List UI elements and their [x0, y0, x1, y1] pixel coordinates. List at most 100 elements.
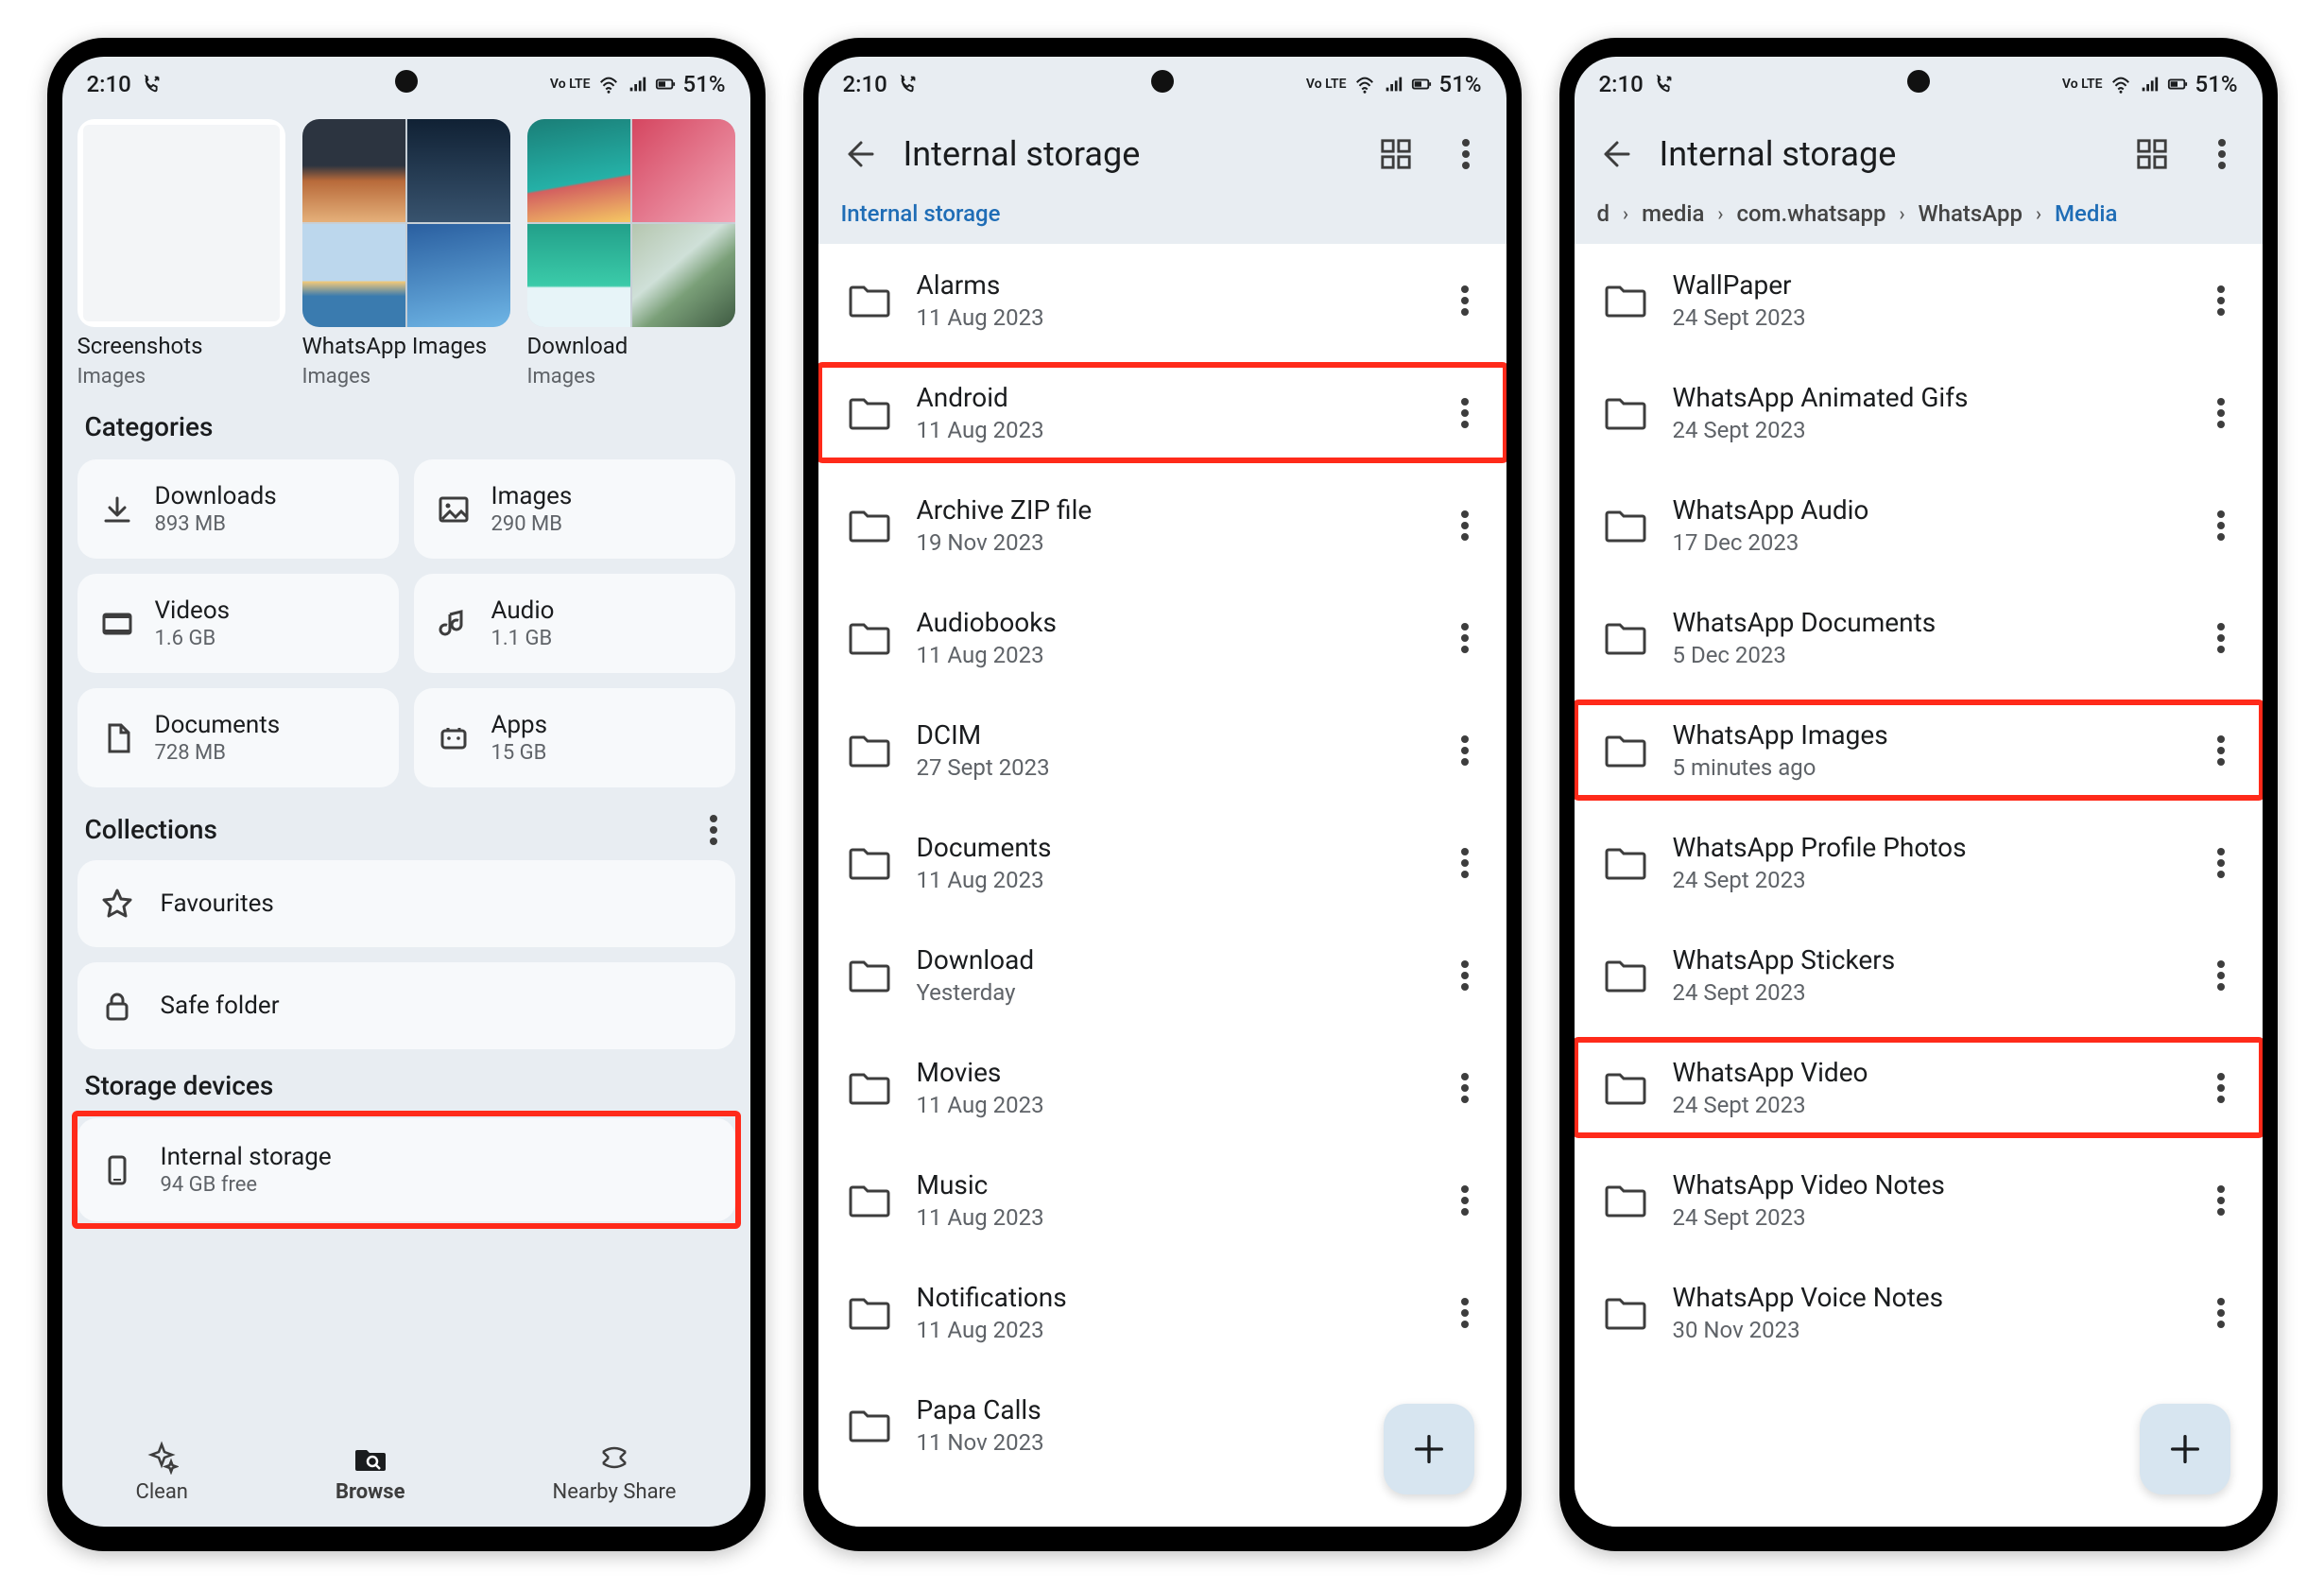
folder-date: 11 Aug 2023 — [917, 867, 1420, 893]
folder-date: 11 Aug 2023 — [917, 1317, 1420, 1343]
folder-more-button[interactable] — [1446, 619, 1484, 657]
breadcrumb[interactable]: Internal storage — [818, 197, 1506, 244]
collection-safe-folder[interactable]: Safe folder — [77, 962, 735, 1049]
folder-row[interactable]: WhatsApp Documents 5 Dec 2023 — [1575, 581, 2263, 694]
category-images[interactable]: Images290 MB — [414, 459, 735, 559]
folder-date: 19 Nov 2023 — [917, 529, 1420, 556]
folder-more-button[interactable] — [2202, 1182, 2240, 1219]
status-time: 2:10 — [1599, 71, 1644, 97]
folder-name: WhatsApp Voice Notes — [1673, 1282, 2176, 1313]
breadcrumb-item[interactable]: Media — [2055, 200, 2117, 227]
storage-internal[interactable]: Internal storage 94 GB free — [77, 1118, 735, 1221]
folder-more-button[interactable] — [1446, 844, 1484, 882]
category-audio[interactable]: Audio1.1 GB — [414, 574, 735, 673]
folder-row[interactable]: WhatsApp Video 24 Sept 2023 — [1575, 1031, 2263, 1144]
folder-more-button[interactable] — [1446, 957, 1484, 994]
folder-date: 11 Aug 2023 — [917, 304, 1420, 331]
folder-row[interactable]: WhatsApp Video Notes 24 Sept 2023 — [1575, 1144, 2263, 1256]
signal-icon — [1383, 74, 1403, 95]
folder-row[interactable]: Download Yesterday — [818, 919, 1506, 1031]
folder-more-button[interactable] — [1446, 507, 1484, 544]
folder-more-button[interactable] — [2202, 394, 2240, 432]
fab-add-button[interactable] — [1384, 1404, 1474, 1494]
folder-row[interactable]: Alarms 11 Aug 2023 — [818, 244, 1506, 356]
breadcrumb[interactable]: d›media›com.whatsapp›WhatsApp›Media — [1575, 197, 2263, 244]
folder-row[interactable]: Movies 11 Aug 2023 — [818, 1031, 1506, 1144]
more-button[interactable] — [2196, 129, 2247, 180]
thumb-sub: Images — [77, 365, 285, 389]
nav-clean[interactable]: Clean — [136, 1441, 188, 1504]
breadcrumb-item[interactable]: media — [1642, 200, 1704, 227]
folder-row[interactable]: Audiobooks 11 Aug 2023 — [818, 581, 1506, 694]
collections-more-icon[interactable] — [699, 816, 728, 844]
video-icon — [100, 607, 134, 641]
folder-name: Alarms — [917, 269, 1420, 301]
folder-row[interactable]: WhatsApp Audio 17 Dec 2023 — [1575, 469, 2263, 581]
category-apps[interactable]: Apps15 GB — [414, 688, 735, 787]
folder-row[interactable]: WhatsApp Images 5 minutes ago — [1575, 694, 2263, 806]
fab-add-button[interactable] — [2140, 1404, 2230, 1494]
folder-more-button[interactable] — [2202, 1294, 2240, 1332]
folder-more-button[interactable] — [1446, 282, 1484, 320]
breadcrumb-item[interactable]: WhatsApp — [1919, 200, 2023, 227]
folder-more-button[interactable] — [2202, 1069, 2240, 1107]
more-icon — [1461, 859, 1469, 867]
more-icon — [1461, 297, 1469, 304]
folder-name: Notifications — [917, 1282, 1420, 1313]
folder-row[interactable]: Documents 11 Aug 2023 — [818, 806, 1506, 919]
breadcrumb-item[interactable]: Internal storage — [841, 200, 1001, 227]
folder-row[interactable]: Notifications 11 Aug 2023 — [818, 1256, 1506, 1369]
folder-more-button[interactable] — [1446, 394, 1484, 432]
folder-more-button[interactable] — [1446, 1069, 1484, 1107]
folder-row[interactable]: WhatsApp Voice Notes 30 Nov 2023 — [1575, 1256, 2263, 1369]
recent-folder-screenshots[interactable]: Screenshots Images — [77, 119, 285, 389]
breadcrumb-item[interactable]: com.whatsapp — [1736, 200, 1885, 227]
nav-browse[interactable]: Browse — [336, 1441, 405, 1504]
folder-row[interactable]: Android 11 Aug 2023 — [818, 356, 1506, 469]
folder-list[interactable]: Alarms 11 Aug 2023 Android 11 Aug 2023 A… — [818, 244, 1506, 1527]
more-icon — [1461, 522, 1469, 529]
category-downloads[interactable]: Downloads893 MB — [77, 459, 399, 559]
folder-more-button[interactable] — [1446, 732, 1484, 769]
clean-icon — [145, 1441, 179, 1475]
folder-more-button[interactable] — [2202, 282, 2240, 320]
grid-view-button[interactable] — [2126, 129, 2178, 180]
folder-more-button[interactable] — [2202, 957, 2240, 994]
folder-more-button[interactable] — [1446, 1294, 1484, 1332]
folder-more-button[interactable] — [2202, 507, 2240, 544]
folder-row[interactable]: WallPaper 24 Sept 2023 — [1575, 244, 2263, 356]
folder-date: 24 Sept 2023 — [1673, 867, 2176, 893]
folder-row[interactable]: WhatsApp Profile Photos 24 Sept 2023 — [1575, 806, 2263, 919]
folder-row[interactable]: WhatsApp Animated Gifs 24 Sept 2023 — [1575, 356, 2263, 469]
folder-name: DCIM — [917, 719, 1420, 751]
category-name: Documents — [155, 711, 281, 739]
category-videos[interactable]: Videos1.6 GB — [77, 574, 399, 673]
folder-row[interactable]: Music 11 Aug 2023 — [818, 1144, 1506, 1256]
breadcrumb-item[interactable]: d — [1597, 200, 1610, 227]
folder-row[interactable]: WhatsApp Stickers 24 Sept 2023 — [1575, 919, 2263, 1031]
folder-more-button[interactable] — [2202, 619, 2240, 657]
folder-date: 17 Dec 2023 — [1673, 529, 2176, 556]
folder-date: 24 Sept 2023 — [1673, 979, 2176, 1006]
back-button[interactable] — [1590, 129, 1641, 180]
back-button[interactable] — [834, 129, 885, 180]
folder-more-button[interactable] — [2202, 732, 2240, 769]
folder-list[interactable]: WallPaper 24 Sept 2023 WhatsApp Animated… — [1575, 244, 2263, 1527]
more-button[interactable] — [1440, 129, 1491, 180]
folder-row[interactable]: DCIM 27 Sept 2023 — [818, 694, 1506, 806]
grid-view-button[interactable] — [1370, 129, 1421, 180]
chevron-right-icon: › — [1900, 202, 1905, 225]
collection-favourites[interactable]: Favourites — [77, 860, 735, 947]
recent-folder-whatsapp-images[interactable]: WhatsApp Images Images — [302, 119, 510, 389]
nav-nearby-share[interactable]: Nearby Share — [553, 1441, 677, 1504]
wifi-icon — [2110, 74, 2131, 95]
folder-name: WhatsApp Video Notes — [1673, 1169, 2176, 1200]
thumb-label: WhatsApp Images — [302, 333, 510, 359]
recent-folder-download[interactable]: Download Images — [527, 119, 735, 389]
folder-more-button[interactable] — [1446, 1182, 1484, 1219]
folder-icon — [1605, 280, 1646, 321]
folder-row[interactable]: Archive ZIP file 19 Nov 2023 — [818, 469, 1506, 581]
category-documents[interactable]: Documents728 MB — [77, 688, 399, 787]
folder-icon — [849, 1067, 890, 1109]
folder-more-button[interactable] — [2202, 844, 2240, 882]
